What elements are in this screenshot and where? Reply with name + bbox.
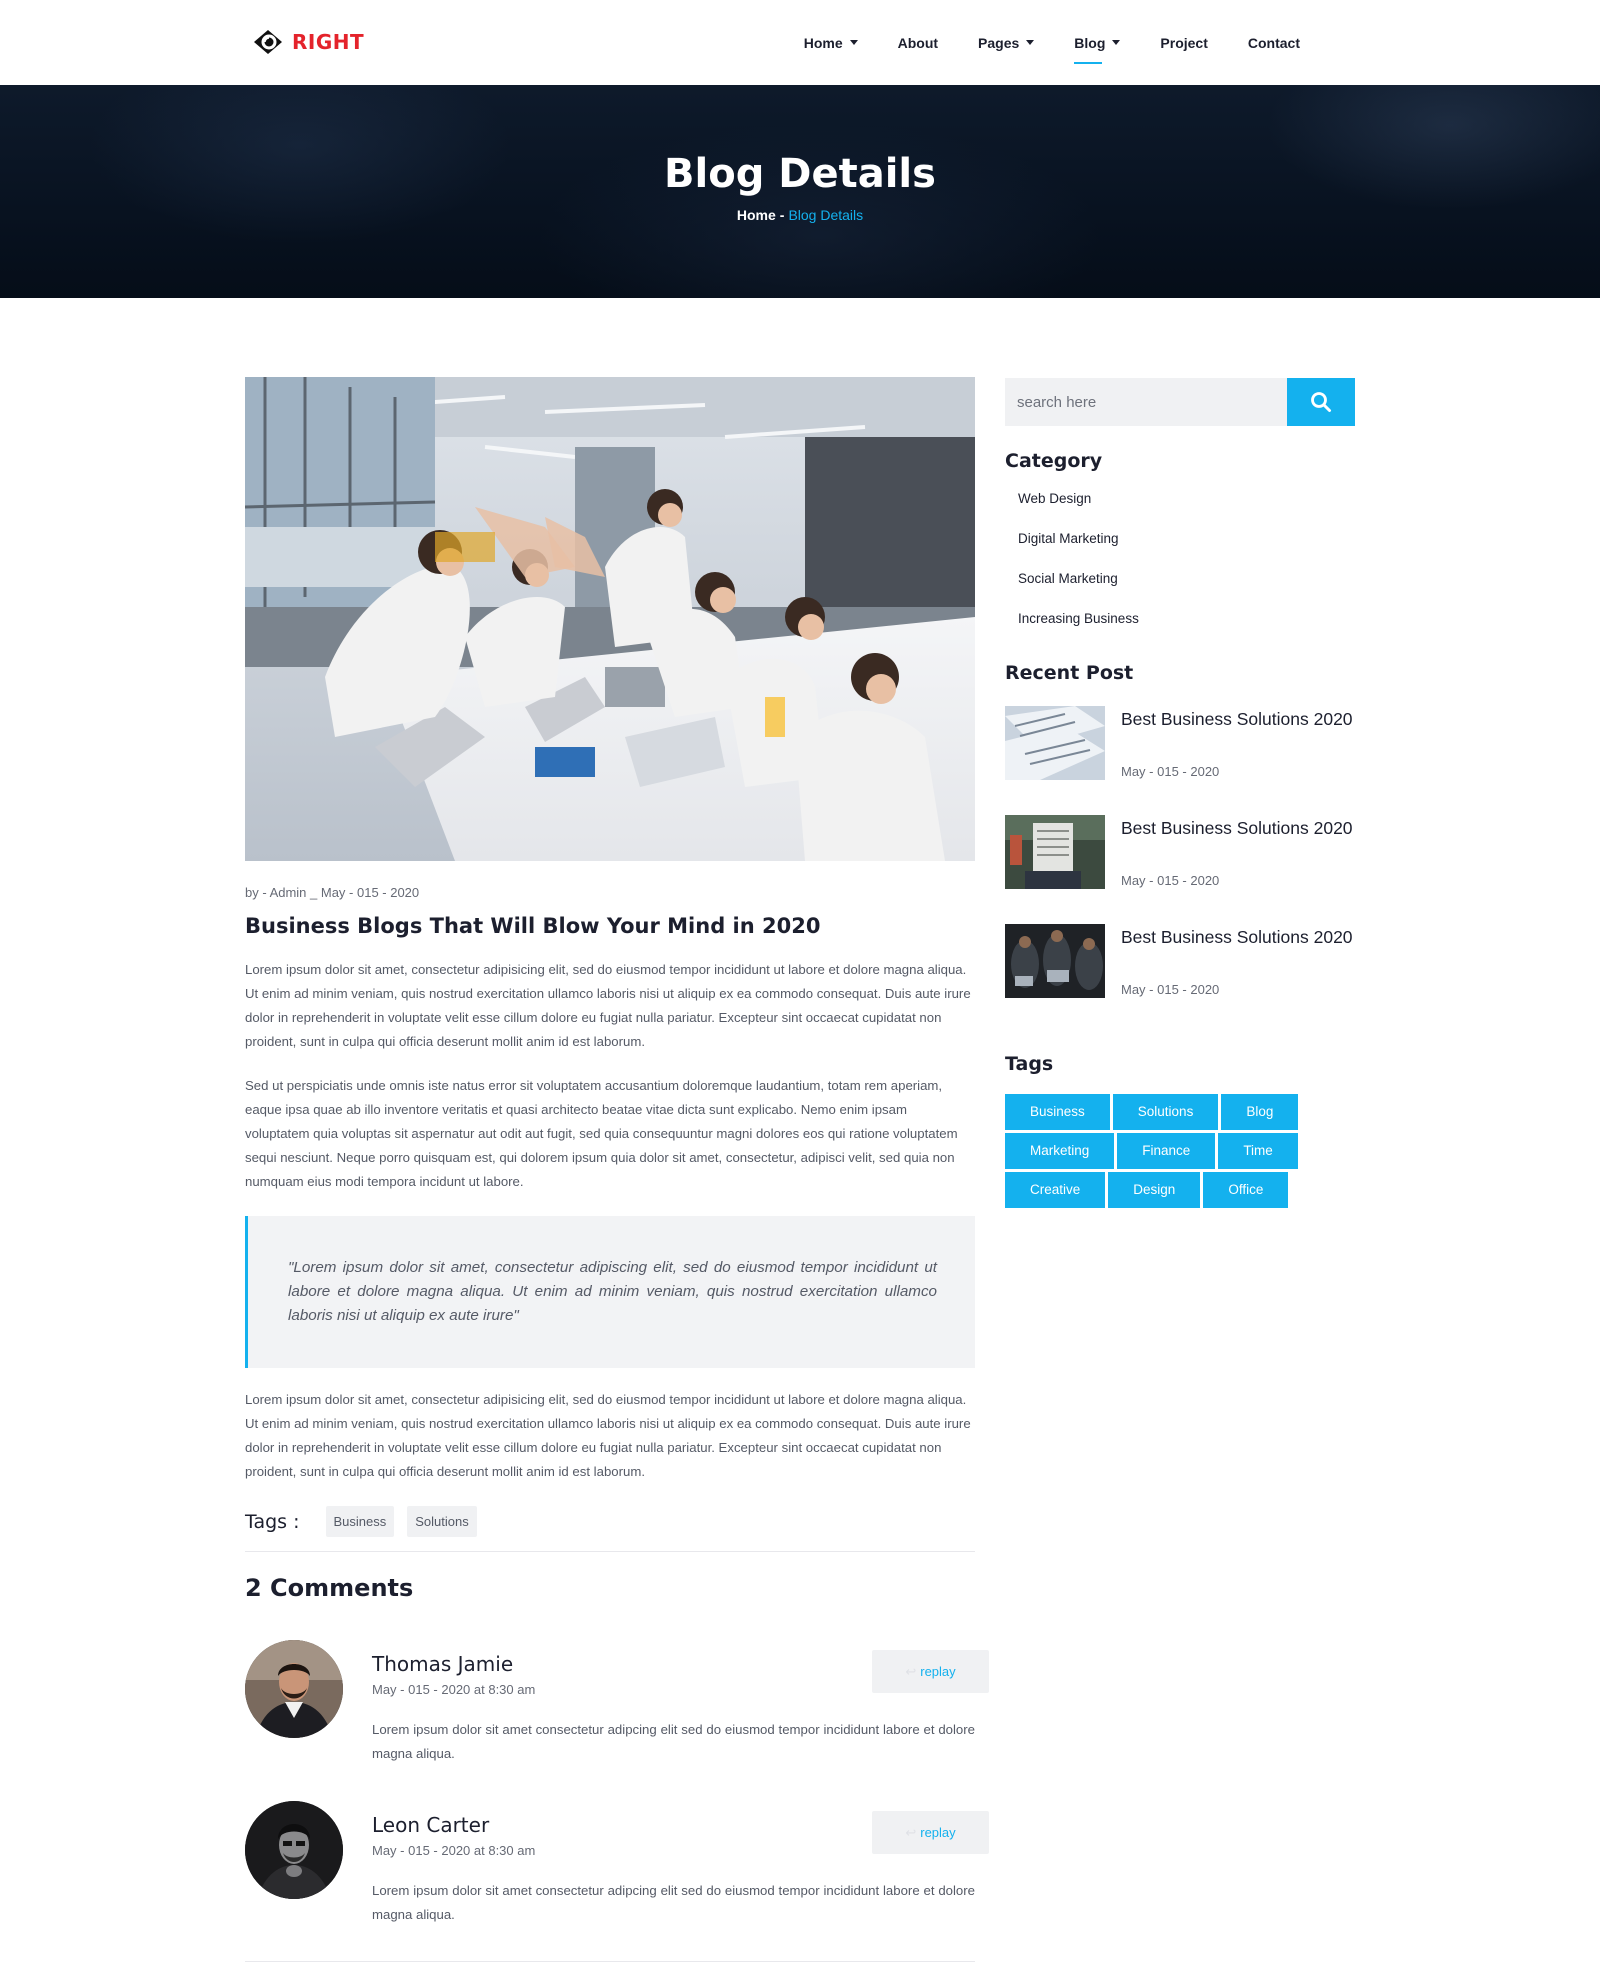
- article-paragraph: Lorem ipsum dolor sit amet, consectetur …: [245, 962, 971, 1049]
- sidebar: Category Web Design Digital Marketing So…: [1005, 378, 1355, 1211]
- nav-about[interactable]: About: [898, 0, 938, 85]
- breadcrumb-separator: -: [779, 207, 785, 223]
- category-item[interactable]: Web Design: [1005, 486, 1355, 526]
- featured-image: [245, 377, 975, 861]
- category-list: Web Design Digital Marketing Social Mark…: [1005, 486, 1355, 646]
- nav-project-label: Project: [1160, 34, 1208, 51]
- comment: Thomas Jamie May - 015 - 2020 at 8:30 am…: [245, 1640, 989, 1763]
- eye-logo-icon: [254, 30, 282, 54]
- user-avatar-photo: [245, 1801, 343, 1899]
- category-title: Category: [1005, 450, 1103, 472]
- article-title: Business Blogs That Will Blow Your Mind …: [245, 914, 821, 938]
- nav-pages-label: Pages: [978, 34, 1020, 51]
- recent-post-title: Recent Post: [1005, 662, 1134, 684]
- nav-pages[interactable]: Pages: [978, 0, 1035, 85]
- divider: [245, 1961, 975, 1962]
- reply-icon: ↩: [905, 1824, 917, 1840]
- main-nav: Home About Pages Blog Project Contact: [764, 0, 1300, 85]
- comment-author: Leon Carter: [372, 1813, 490, 1837]
- category-item[interactable]: Social Marketing: [1005, 566, 1355, 606]
- recent-post[interactable]: Best Business Solutions 2020 May - 015 -…: [1005, 924, 1355, 1033]
- nav-blog[interactable]: Blog: [1074, 0, 1121, 85]
- tag-time[interactable]: Time: [1218, 1133, 1298, 1169]
- chevron-down-icon: [1026, 40, 1035, 45]
- recent-post-link[interactable]: Best Business Solutions 2020: [1121, 924, 1355, 951]
- breadcrumb-home[interactable]: Home: [737, 207, 776, 223]
- tag-creative[interactable]: Creative: [1005, 1172, 1106, 1208]
- newspaper-photo: [1005, 706, 1105, 780]
- search-input[interactable]: [1005, 378, 1287, 426]
- recent-post[interactable]: Best Business Solutions 2020 May - 015 -…: [1005, 815, 1355, 924]
- nav-blog-label: Blog: [1074, 34, 1106, 51]
- reading-newspaper-photo: [1005, 815, 1105, 889]
- recent-post-link[interactable]: Best Business Solutions 2020: [1121, 815, 1355, 842]
- tags-widget-title: Tags: [1005, 1053, 1054, 1075]
- recent-post-link[interactable]: Best Business Solutions 2020: [1121, 706, 1355, 733]
- avatar: [245, 1801, 343, 1899]
- nav-contact[interactable]: Contact: [1248, 0, 1300, 85]
- reply-button[interactable]: ↩ replay: [872, 1650, 989, 1693]
- recent-post-list: Best Business Solutions 2020 May - 015 -…: [1005, 706, 1355, 1033]
- reply-button[interactable]: ↩ replay: [872, 1811, 989, 1854]
- comment-author: Thomas Jamie: [372, 1652, 514, 1676]
- tag-cloud: Business Solutions Blog Marketing Financ…: [1005, 1094, 1315, 1211]
- comments-title: 2 Comments: [245, 1574, 414, 1602]
- nav-home[interactable]: Home: [804, 0, 858, 85]
- article-paragraph: Lorem ipsum dolor sit amet, consectetur …: [245, 1392, 971, 1479]
- nav-about-label: About: [897, 34, 939, 51]
- breadcrumb: Home - Blog Details: [0, 207, 1600, 223]
- tag-finance[interactable]: Finance: [1117, 1133, 1216, 1169]
- site-logo[interactable]: RIGHT: [252, 27, 364, 57]
- nav-home-label: Home: [803, 34, 843, 51]
- category-item[interactable]: Increasing Business: [1005, 606, 1355, 646]
- recent-post[interactable]: Best Business Solutions 2020 May - 015 -…: [1005, 706, 1355, 815]
- comment-text: Lorem ipsum dolor sit amet consectetur a…: [372, 1722, 975, 1761]
- article-paragraph: Sed ut perspiciatis unde omnis iste natu…: [245, 1078, 958, 1189]
- tag-marketing[interactable]: Marketing: [1005, 1133, 1115, 1169]
- chevron-down-icon: [849, 40, 858, 45]
- office-team-photo: [245, 377, 975, 861]
- post-thumbnail[interactable]: [1005, 706, 1105, 780]
- tag-office[interactable]: Office: [1203, 1172, 1289, 1208]
- comment: Leon Carter May - 015 - 2020 at 8:30 am …: [245, 1801, 989, 1924]
- chevron-down-icon: [1112, 40, 1121, 45]
- breadcrumb-current: Blog Details: [788, 207, 864, 223]
- user-avatar-photo: [245, 1640, 343, 1738]
- reply-label: replay: [920, 1825, 956, 1840]
- page-banner: Blog Details Home - Blog Details: [0, 85, 1600, 298]
- people-seated-photo: [1005, 924, 1105, 998]
- reply-icon: ↩: [905, 1663, 917, 1679]
- tag-solutions[interactable]: Solutions: [1112, 1094, 1219, 1130]
- comment-date: May - 015 - 2020 at 8:30 am: [372, 1843, 536, 1858]
- search-form: [1005, 378, 1355, 426]
- tag-blog[interactable]: Blog: [1221, 1094, 1299, 1130]
- site-header: RIGHT Home About Pages Blog Project Cont…: [0, 0, 1600, 85]
- tag-solutions[interactable]: Solutions: [407, 1506, 477, 1537]
- recent-post-date: May - 015 - 2020: [1121, 764, 1220, 779]
- brand-name: RIGHT: [292, 30, 365, 54]
- post-thumbnail[interactable]: [1005, 924, 1105, 998]
- nav-contact-label: Contact: [1247, 34, 1300, 51]
- comment-text: Lorem ipsum dolor sit amet consectetur a…: [372, 1883, 975, 1922]
- article-tags: Tags : Business Solutions: [245, 1506, 975, 1552]
- tag-business[interactable]: Business: [1005, 1094, 1110, 1130]
- tags-label: Tags :: [245, 1510, 300, 1533]
- post-thumbnail[interactable]: [1005, 815, 1105, 889]
- search-icon: [1311, 392, 1331, 412]
- blockquote: "Lorem ipsum dolor sit amet, consectetur…: [245, 1216, 975, 1368]
- post-meta: by - Admin _ May - 015 - 2020: [245, 885, 420, 900]
- tag-design[interactable]: Design: [1108, 1172, 1201, 1208]
- recent-post-date: May - 015 - 2020: [1121, 873, 1220, 888]
- blog-article: by - Admin _ May - 015 - 2020 Business B…: [245, 377, 989, 1924]
- reply-label: replay: [920, 1664, 956, 1679]
- tag-business[interactable]: Business: [325, 1506, 395, 1537]
- nav-project[interactable]: Project: [1160, 0, 1207, 85]
- page-title: Blog Details: [664, 151, 936, 197]
- category-item[interactable]: Digital Marketing: [1005, 526, 1355, 566]
- recent-post-date: May - 015 - 2020: [1121, 982, 1220, 997]
- avatar: [245, 1640, 343, 1738]
- search-button[interactable]: [1287, 378, 1355, 426]
- comment-date: May - 015 - 2020 at 8:30 am: [372, 1682, 536, 1697]
